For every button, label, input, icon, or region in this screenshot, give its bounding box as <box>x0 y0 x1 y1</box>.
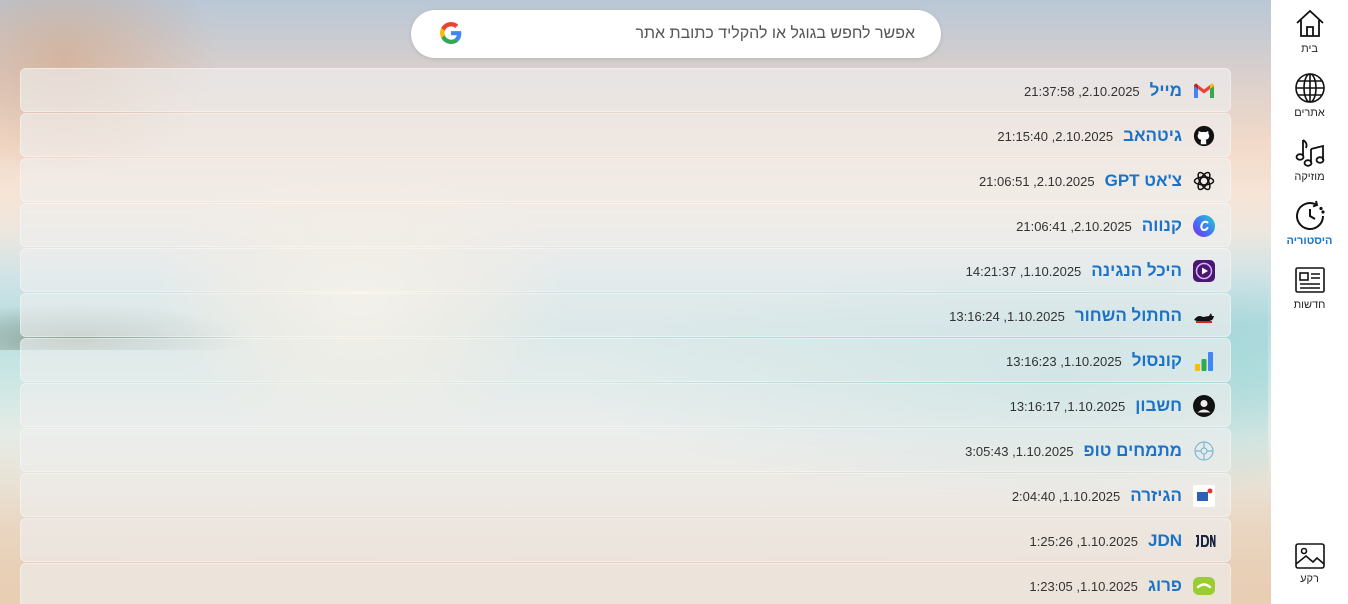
github-icon <box>1192 124 1216 148</box>
sidebar-item-label: היסטוריה <box>1286 235 1333 247</box>
history-site-name: החתול השחור <box>1074 306 1182 325</box>
sidebar-item-sites[interactable]: אתרים <box>1271 72 1348 119</box>
history-timestamp: 21:06:51 ,2.10.2025 <box>978 173 1095 189</box>
history-site-name: צ'אט GPT <box>1104 171 1182 190</box>
search-input[interactable] <box>475 22 915 46</box>
image-icon <box>1294 543 1325 569</box>
history-row[interactable]: חשבון 13:16:17 ,1.10.2025 <box>20 383 1231 427</box>
history-timestamp: 21:15:40 ,2.10.2025 <box>997 128 1114 144</box>
home-icon <box>1295 9 1324 37</box>
sidebar-item-label: מוזיקה <box>1294 171 1325 183</box>
history-row[interactable]: פרוג 1:23:05 ,1.10.2025 <box>20 563 1231 604</box>
music-hall-icon <box>1192 259 1216 283</box>
history-timestamp: 1:23:05 ,1.10.2025 <box>1029 578 1138 594</box>
history-timestamp: 3:05:43 ,1.10.2025 <box>965 443 1074 459</box>
history-list: מייל 21:37:58 ,2.10.2025 גיטהאב 21:15:40… <box>20 68 1231 604</box>
history-site-name: JDN <box>1147 531 1182 550</box>
history-site-name: מתמחים טופ <box>1083 441 1182 460</box>
sidebar-item-music[interactable]: מוזיקה <box>1271 136 1348 183</box>
history-timestamp: 21:06:41 ,2.10.2025 <box>1016 218 1132 234</box>
history-site-name: קנווה <box>1141 216 1182 235</box>
history-site-name: פרוג <box>1147 576 1182 595</box>
history-timestamp: 21:37:58 ,2.10.2025 <box>1024 83 1140 99</box>
history-site-name: קונסול <box>1131 351 1182 370</box>
music-icon <box>1295 139 1324 167</box>
account-icon <box>1192 394 1216 418</box>
gmail-icon <box>1192 79 1216 103</box>
history-timestamp: 1:25:26 ,1.10.2025 <box>1029 533 1138 549</box>
history-row[interactable]: גיטהאב 21:15:40 ,2.10.2025 <box>20 113 1231 157</box>
history-row[interactable]: מתמחים טופ 3:05:43 ,1.10.2025 <box>20 428 1231 472</box>
history-timestamp: 13:16:24 ,1.10.2025 <box>949 308 1065 324</box>
globe-icon <box>1294 73 1325 103</box>
history-row[interactable]: היכל הנגינה 14:21:37 ,1.10.2025 <box>20 248 1231 292</box>
mitmachim-icon <box>1192 439 1216 463</box>
history-row[interactable]: החתול השחור 13:16:24 ,1.10.2025 <box>20 293 1231 337</box>
history-row[interactable]: JDN 1:25:26 ,1.10.2025 <box>20 518 1231 562</box>
sidebar: בית אתרים מוזיקה היסטוריה חדשות רקע <box>1271 0 1348 604</box>
history-icon <box>1295 200 1325 231</box>
background-button[interactable]: רקע <box>1271 542 1348 585</box>
news-icon <box>1294 267 1325 293</box>
prog-icon <box>1192 574 1216 598</box>
sidebar-item-home[interactable]: בית <box>1271 8 1348 55</box>
chatgpt-icon <box>1192 169 1216 193</box>
history-row[interactable]: הגיזרה 2:04:40 ,1.10.2025 <box>20 473 1231 517</box>
sidebar-item-label: בית <box>1301 43 1318 55</box>
canva-icon <box>1192 214 1216 238</box>
history-timestamp: 13:16:17 ,1.10.2025 <box>1009 398 1126 414</box>
sidebar-item-history[interactable]: היסטוריה <box>1271 200 1348 247</box>
search-bar[interactable] <box>411 10 941 58</box>
history-timestamp: 14:21:37 ,1.10.2025 <box>965 263 1082 279</box>
history-timestamp: 13:16:23 ,1.10.2025 <box>1006 353 1122 369</box>
sidebar-item-label: חדשות <box>1293 299 1326 311</box>
history-site-name: חשבון <box>1135 396 1182 415</box>
console-icon <box>1192 349 1216 373</box>
history-site-name: הגיזרה <box>1130 486 1182 505</box>
sidebar-item-news[interactable]: חדשות <box>1271 264 1348 311</box>
history-row[interactable]: מייל 21:37:58 ,2.10.2025 <box>20 68 1231 112</box>
history-row[interactable]: קנווה 21:06:41 ,2.10.2025 <box>20 203 1231 247</box>
jdn-icon <box>1192 529 1216 553</box>
history-site-name: גיטהאב <box>1123 126 1182 145</box>
background-label: רקע <box>1300 573 1319 585</box>
hagizra-icon <box>1192 484 1216 508</box>
history-site-name: היכל הנגינה <box>1091 261 1182 280</box>
history-site-name: מייל <box>1149 81 1182 100</box>
history-row[interactable]: צ'אט GPT 21:06:51 ,2.10.2025 <box>20 158 1231 202</box>
black-cat-icon <box>1192 304 1216 328</box>
history-row[interactable]: קונסול 13:16:23 ,1.10.2025 <box>20 338 1231 382</box>
google-icon <box>440 22 462 44</box>
sidebar-item-label: אתרים <box>1294 107 1325 119</box>
history-timestamp: 2:04:40 ,1.10.2025 <box>1011 488 1121 504</box>
